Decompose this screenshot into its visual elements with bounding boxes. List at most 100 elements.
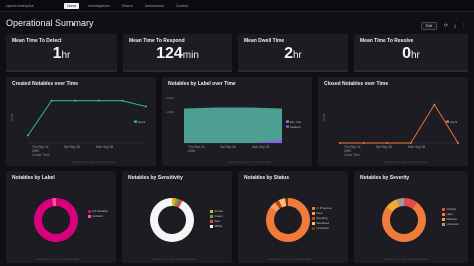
y-tick-label: 1,000 <box>166 110 174 114</box>
nav-investigations[interactable]: Investigations <box>85 3 112 9</box>
kpi-mean-time-to-detect: Mean Time To Detect 1hr <box>6 34 117 72</box>
kpi-bar <box>6 70 117 72</box>
legend-swatch <box>446 120 449 123</box>
edit-button[interactable]: Edit <box>421 22 437 30</box>
legend-label: Red <box>214 219 221 223</box>
data-point <box>74 99 77 102</box>
notables-by-label-time-panel: Notables by Label over Time 2,000 1,000 Th… <box>162 77 312 166</box>
legend-label: Pending <box>316 216 328 220</box>
kpi-value: 2hr <box>238 45 348 63</box>
legend-swatch <box>442 212 445 216</box>
kpi-title: Mean Time To Detect <box>12 38 62 44</box>
legend-swatch <box>134 120 137 123</box>
legend-label: Medium <box>446 217 458 221</box>
kpi-bar <box>123 70 232 72</box>
kpi-unit: hr <box>61 50 71 61</box>
closed-notables-panel: Closed Notables over Time count Thu Sep 2… <box>318 77 468 166</box>
donut-slice-white <box>150 198 194 242</box>
top-bar: splunk>enterprise Home Investigations Se… <box>0 0 474 12</box>
donut-panel-label: Notables by Label Updated on open in new… <box>6 171 116 263</box>
series-area-ex_low <box>184 107 282 143</box>
legend-swatch <box>210 209 213 213</box>
refresh-icon[interactable]: ⟳ <box>443 22 449 30</box>
kpi-number: 1 <box>52 45 62 62</box>
app-logo[interactable]: splunk>enterprise <box>6 4 54 8</box>
nav-home[interactable]: Home <box>64 2 80 9</box>
legend-item[interactable]: Unknown <box>312 226 332 230</box>
legend-label: In Progress <box>316 206 332 210</box>
legend-item[interactable]: Medium <box>442 217 459 221</box>
panel-footnote: Updated on open in new window <box>268 257 312 261</box>
legend-item[interactable]: High <box>442 212 459 216</box>
legend-label: Critical <box>446 207 456 211</box>
donut-panel-status: Notables by Status Updated on open in ne… <box>238 171 348 263</box>
legend-item[interactable]: Critical <box>442 207 459 211</box>
series-line-count <box>27 100 147 136</box>
export-icon[interactable]: ⤓ <box>452 22 458 30</box>
x-tick-label: Mon Sep 28 <box>252 145 269 149</box>
kpi-value: 0hr <box>354 45 468 63</box>
nav-search[interactable]: Search <box>119 3 136 9</box>
legend-swatch <box>88 214 91 218</box>
more-icon[interactable]: ⋮ <box>461 22 467 30</box>
x-axis-label: Create Time <box>32 153 50 157</box>
legend-label: High <box>446 212 453 216</box>
x-tick-label: Sat Sep 26 <box>220 145 236 149</box>
legend-item[interactable]: EX Notable <box>88 209 108 213</box>
legend-label: White <box>214 224 223 228</box>
legend-item[interactable]: Green <box>210 214 223 218</box>
donut-legend: Critical High Medium Unknown <box>442 207 459 227</box>
nav-dashboards[interactable]: Dashboards <box>142 3 167 9</box>
legend-item[interactable]: New <box>312 211 332 215</box>
x-tick-label: Sat Sep 26 <box>376 145 392 149</box>
legend-item[interactable]: Red <box>210 219 223 223</box>
data-point <box>145 105 147 108</box>
main-nav: Home Investigations Search Dashboards Co… <box>64 2 191 9</box>
data-point <box>50 99 53 102</box>
kpi-value: 124min <box>123 45 232 63</box>
legend-item[interactable]: Amber <box>210 209 223 213</box>
nav-content[interactable]: Content <box>173 3 191 9</box>
legend-label: count <box>138 120 146 124</box>
legend-swatch <box>312 206 315 210</box>
legend-swatch <box>210 224 213 228</box>
panel-footnote: Updated on open in new window <box>384 257 428 261</box>
legend-swatch <box>442 222 445 226</box>
donut-legend: Amber Green Red White <box>210 209 223 229</box>
kpi-title: Mean Time To Respond <box>129 38 185 44</box>
panel-footnote: Updated on open in new window <box>152 257 196 261</box>
legend-label: Green <box>214 214 223 218</box>
kpi-bar <box>238 70 348 72</box>
kpi-number: 124 <box>156 45 183 62</box>
kpi-mean-dwell-time: Mean Dwell Time 2hr <box>238 34 348 72</box>
data-point <box>27 134 29 137</box>
legend-label: Unknown <box>316 226 330 230</box>
legend-label: Incident <box>92 214 104 218</box>
legend-swatch <box>312 221 315 225</box>
x-tick-label: Mon Sep 28 <box>96 145 113 149</box>
legend-item[interactable]: In Progress <box>312 206 332 210</box>
notables-by-label-time-chart: 2,0001,000Thu Sep 24 Sat Sep 26 Mon Sep 28… <box>166 96 302 164</box>
chevron-down-icon[interactable]: ▾ <box>72 21 75 28</box>
data-point <box>339 142 341 144</box>
donut-panel-sensitivity: Notables by Sensitivity Updated on open … <box>122 171 232 263</box>
legend-swatch <box>312 216 315 220</box>
donut-legend: EX Notable Incident <box>88 209 108 219</box>
legend-item[interactable]: Resolved <box>312 221 332 225</box>
legend-swatch <box>286 125 289 128</box>
legend-item[interactable]: Incident <box>88 214 108 218</box>
legend-item[interactable]: Unknown <box>442 222 459 226</box>
legend-label: count <box>450 120 458 124</box>
panel-footnote: Updated on open in new window <box>384 160 428 164</box>
legend-item[interactable]: White <box>210 224 223 228</box>
title-row: Operational Summary ▾ Edit ⟳ ⤓ ⋮ <box>0 12 474 34</box>
data-point <box>386 142 389 144</box>
legend-swatch <box>286 120 289 123</box>
series-line-count <box>340 103 459 144</box>
y-axis-label: count <box>10 113 14 121</box>
donut-legend: In Progress New Pending Resolved Unknown <box>312 206 332 231</box>
legend-item[interactable]: Pending <box>312 216 332 220</box>
legend-label: Unknown <box>446 222 460 226</box>
kpi-number: 0 <box>402 45 411 62</box>
legend-label: New <box>316 211 323 215</box>
